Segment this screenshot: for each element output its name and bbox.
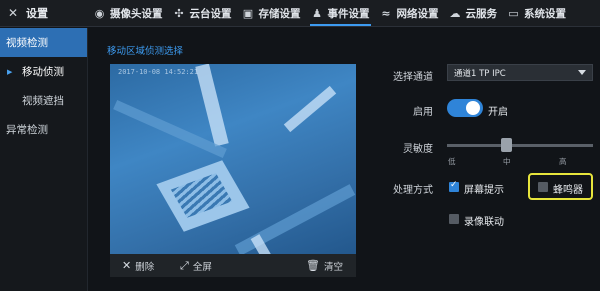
video-timestamp: 2017-10-08 14:52:21 bbox=[118, 68, 199, 76]
tab-camera-settings[interactable]: ◉ 摄像头设置 bbox=[88, 0, 168, 26]
air-vent bbox=[156, 160, 250, 232]
clear-button[interactable]: 🗑 清空 bbox=[306, 254, 343, 277]
clear-label: 清空 bbox=[323, 261, 343, 273]
tab-label: 摄像头设置 bbox=[110, 7, 163, 20]
caret-right-icon: ▶ bbox=[7, 67, 13, 76]
record-link-checkbox[interactable] bbox=[449, 214, 459, 224]
enable-label: 启用 bbox=[413, 107, 433, 118]
motion-area-video-preview[interactable]: 2017-10-08 14:52:21 bbox=[110, 64, 356, 274]
sidebar-item-label: 视频检测 bbox=[6, 37, 48, 49]
wrench-icon: ✕ bbox=[7, 6, 19, 20]
monitor-icon: ▭ bbox=[508, 6, 519, 20]
tab-cloud-service[interactable]: ☁ 云服务 bbox=[444, 0, 503, 26]
delete-label: 删除 bbox=[135, 261, 155, 273]
bell-icon: ♟ bbox=[312, 6, 322, 20]
sensitivity-slider-handle[interactable] bbox=[501, 138, 512, 152]
wifi-icon: ≈ bbox=[381, 6, 391, 20]
camera-icon: ◉ bbox=[94, 6, 105, 20]
sidebar-item-anomaly-detection[interactable]: 异常检测 bbox=[0, 115, 87, 144]
settings-tabs: ◉ 摄像头设置 ✣ 云台设置 ▣ 存储设置 ♟ 事件设置 ≈ 网络设置 ☁ 云服… bbox=[88, 0, 571, 26]
tab-ptz-settings[interactable]: ✣ 云台设置 bbox=[168, 0, 237, 26]
settings-brand: ✕ 设置 bbox=[0, 0, 88, 26]
channel-label: 选择通道 bbox=[393, 72, 433, 83]
record-link-label: 录像联动 bbox=[464, 217, 504, 228]
tab-system-settings[interactable]: ▭ 系统设置 bbox=[502, 0, 571, 26]
sidebar-item-video-tampering[interactable]: 视频遮挡 bbox=[0, 86, 87, 115]
channel-value: 通道1 TP IPC bbox=[454, 68, 506, 79]
move-arrows-icon: ✣ bbox=[174, 6, 184, 20]
cloud-icon: ☁ bbox=[449, 6, 461, 20]
fullscreen-button[interactable]: ⤢ 全屏 bbox=[180, 254, 212, 277]
ceiling-beam bbox=[234, 184, 356, 256]
close-icon: ✕ bbox=[122, 259, 132, 272]
sensitivity-label: 灵敏度 bbox=[403, 144, 433, 155]
sidebar-item-label: 异常检测 bbox=[6, 124, 48, 136]
trash-icon: 🗑 bbox=[306, 259, 320, 272]
video-toolbar: ✕ 删除 ⤢ 全屏 🗑 清空 bbox=[110, 254, 356, 277]
sidebar-item-label: 视频遮挡 bbox=[22, 95, 64, 107]
sensitivity-tick-mid: 中 bbox=[503, 157, 511, 166]
sensitivity-tick-low: 低 bbox=[448, 157, 456, 166]
enable-state-label: 开启 bbox=[488, 107, 508, 118]
action-label: 处理方式 bbox=[393, 185, 433, 196]
sidebar-item-motion-detection[interactable]: ▶ 移动侦测 bbox=[0, 57, 87, 86]
section-title: 移动区域侦测选择 bbox=[107, 46, 184, 57]
fullscreen-label: 全屏 bbox=[192, 261, 212, 273]
channel-select[interactable]: 通道1 TP IPC bbox=[447, 64, 593, 81]
tab-label: 云台设置 bbox=[189, 7, 232, 20]
chevron-down-icon bbox=[578, 70, 586, 75]
vent-grille bbox=[170, 173, 233, 218]
ceiling-light bbox=[195, 64, 229, 147]
ceiling-light bbox=[283, 85, 337, 133]
tab-network-settings[interactable]: ≈ 网络设置 bbox=[375, 0, 444, 26]
sensitivity-slider-track[interactable] bbox=[447, 144, 593, 147]
sidebar-item-label: 移动侦测 bbox=[22, 66, 64, 78]
storage-icon: ▣ bbox=[242, 6, 254, 20]
sidebar: 视频检测 ▶ 移动侦测 视频遮挡 异常检测 bbox=[0, 28, 88, 291]
tab-label: 事件设置 bbox=[327, 7, 370, 20]
tab-label: 存储设置 bbox=[258, 7, 301, 20]
settings-title: 设置 bbox=[26, 7, 48, 20]
sidebar-item-video-detection[interactable]: 视频检测 bbox=[0, 28, 87, 57]
tab-label: 云服务 bbox=[465, 7, 498, 20]
buzzer-label: 蜂鸣器 bbox=[553, 185, 583, 196]
toggle-knob bbox=[466, 101, 480, 115]
tab-storage-settings[interactable]: ▣ 存储设置 bbox=[237, 0, 306, 26]
buzzer-checkbox[interactable] bbox=[538, 182, 548, 192]
sensitivity-tick-high: 高 bbox=[559, 157, 567, 166]
main-content: 移动区域侦测选择 2017-10-08 14:52:21 ✕ 删除 ⤢ 全屏 🗑… bbox=[89, 28, 600, 291]
delete-button[interactable]: ✕ 删除 bbox=[122, 254, 154, 277]
top-navigation-bar: ✕ 设置 ◉ 摄像头设置 ✣ 云台设置 ▣ 存储设置 ♟ 事件设置 ≈ 网络设置… bbox=[0, 0, 600, 27]
expand-icon: ⤢ bbox=[180, 258, 189, 272]
screen-prompt-checkbox[interactable] bbox=[449, 180, 459, 192]
tab-label: 网络设置 bbox=[396, 7, 439, 20]
enable-toggle[interactable] bbox=[447, 99, 483, 117]
tab-event-settings[interactable]: ♟ 事件设置 bbox=[306, 0, 375, 26]
screen-prompt-label: 屏幕提示 bbox=[464, 185, 504, 196]
tab-label: 系统设置 bbox=[524, 7, 566, 20]
